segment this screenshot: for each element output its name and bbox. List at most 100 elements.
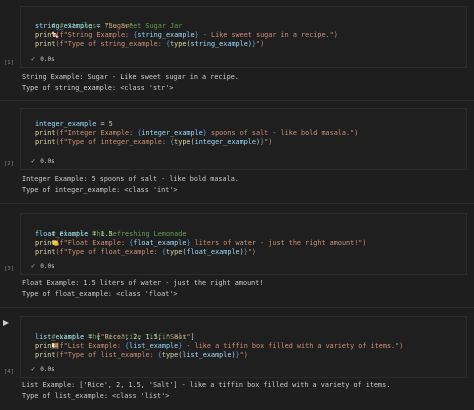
output-line: Float Example: 1.5 liters of water - jus… <box>22 279 264 287</box>
output-line: String Example: Sugar - Like sweet sugar… <box>22 73 239 81</box>
code-line: integer_example = 5 <box>35 120 113 129</box>
code-token: (f"Type of list_example: <box>55 351 158 359</box>
code-token: print <box>35 31 56 39</box>
code-token: (f"Type of string_example: <box>55 40 166 48</box>
execution-time: 0.0s <box>40 158 55 165</box>
code-token: integer_example <box>141 129 203 137</box>
code-token: (f"Integer Example: <box>55 129 138 137</box>
execution-count: [3] <box>4 266 14 272</box>
code-token: "Sugar" <box>104 22 134 30</box>
code-token: liters of water - just the right amount!… <box>190 239 367 247</box>
code-token: float_example <box>35 230 89 238</box>
cell-divider <box>0 307 474 308</box>
code-line: print(f"Type of list_example: {type(list… <box>35 351 248 360</box>
cell-divider <box>0 203 474 204</box>
code-token: = [ <box>84 333 101 341</box>
code-token: float_example <box>186 248 240 256</box>
code-token: string_example <box>137 31 195 39</box>
check-icon: ✓ <box>31 157 36 165</box>
run-cell-icon[interactable] <box>3 320 9 326</box>
output-line: Type of string_example: <class 'str'> <box>22 84 174 92</box>
execution-time: 0.0s <box>40 263 55 270</box>
code-line: float_example = 1.5 <box>35 230 113 239</box>
code-token: 1.5 <box>145 333 158 341</box>
execution-status: ✓ 0.0s <box>31 55 55 63</box>
code-token: print <box>35 351 56 359</box>
code-token: ") <box>239 351 248 359</box>
code-cell-3[interactable]: # Floats: The Refreshing Lemonade 🍋 floa… <box>20 213 467 275</box>
code-line: string_example = "Sugar" <box>35 22 133 31</box>
code-token: integer_example <box>194 138 256 146</box>
execution-count: [4] <box>4 369 14 375</box>
code-token: ] <box>190 333 195 341</box>
output-line: Type of list_example: <class 'list'> <box>22 392 170 400</box>
code-token: = <box>88 230 101 238</box>
code-token: (f"Type of integer_example: <box>55 138 171 146</box>
code-line: print(f"Type of string_example: {type(st… <box>35 40 264 49</box>
code-token: ") <box>247 248 257 256</box>
code-token: , <box>137 333 146 341</box>
code-token: string_example <box>35 22 93 30</box>
code-token: print <box>35 239 56 247</box>
code-token: type <box>170 40 187 48</box>
code-token: , <box>125 333 134 341</box>
code-line: print(f"String Example: {string_example}… <box>35 31 338 40</box>
code-token: print <box>35 40 56 48</box>
cell-output: List Example: ['Rice', 2, 1.5, 'Salt'] -… <box>22 380 390 402</box>
execution-count: [2] <box>4 161 14 167</box>
code-token: , <box>157 333 166 341</box>
code-cell-1[interactable]: # # Strings: The Sweet Sugar Jar 🍬 strin… <box>20 6 467 68</box>
cell-output: Integer Example: 5 spoons of salt - like… <box>22 174 239 196</box>
code-token: print <box>35 129 56 137</box>
code-token: (f"String Example: <box>55 31 134 39</box>
check-icon: ✓ <box>31 262 36 270</box>
code-token: type <box>165 248 183 256</box>
code-token: - Like sweet sugar in a recipe.") <box>198 31 338 39</box>
code-token: integer_example <box>35 120 97 128</box>
execution-status: ✓ 0.0s <box>31 262 55 270</box>
code-cell-4[interactable]: # Lists: The Versatile Tiffin Box 🍱 list… <box>20 316 467 378</box>
code-token: type <box>161 351 179 359</box>
code-token: (f"Float Example: <box>55 239 130 247</box>
code-token: float_example <box>133 239 187 247</box>
code-token: print <box>35 248 56 256</box>
code-token: - like a tiffin box filled with a variet… <box>182 342 404 350</box>
code-token: print <box>35 342 56 350</box>
output-line: Type of float_example: <class 'float'> <box>22 290 178 298</box>
code-token: = <box>92 22 105 30</box>
code-line: print(f"Float Example: {float_example} l… <box>35 239 367 248</box>
code-token: string_example <box>190 40 248 48</box>
code-token: (f"Type of float_example: <box>55 248 162 256</box>
cell-output: String Example: Sugar - Like sweet sugar… <box>22 72 239 94</box>
code-token: list_example <box>35 333 85 341</box>
code-token: "Salt" <box>165 333 191 341</box>
code-line: print(f"Type of integer_example: {type(i… <box>35 138 272 147</box>
output-line: Integer Example: 5 spoons of salt - like… <box>22 175 239 183</box>
execution-time: 0.0s <box>40 366 55 373</box>
output-line: Type of integer_example: <class 'int'> <box>22 186 178 194</box>
code-token: ") <box>256 40 265 48</box>
code-token: list_example <box>182 351 232 359</box>
code-token: (f"List Example: <box>55 342 126 350</box>
code-token: 1.5 <box>100 230 113 238</box>
execution-count: [1] <box>4 60 14 66</box>
execution-status: ✓ 0.0s <box>31 365 55 373</box>
code-token: spoons of salt - like bold masala.") <box>206 129 359 137</box>
cell-divider <box>0 100 474 101</box>
code-line: list_example = ["Rice", 2, 1.5, "Salt"] <box>35 333 195 342</box>
code-cell-2[interactable]: integer_example = 5 print(f"Integer Exam… <box>20 108 467 170</box>
code-token: = <box>96 120 109 128</box>
code-line: print(f"List Example: {list_example} - l… <box>35 342 403 351</box>
check-icon: ✓ <box>31 55 36 63</box>
code-line: print(f"Type of float_example: {type(flo… <box>35 248 256 257</box>
code-token: list_example <box>129 342 179 350</box>
execution-status: ✓ 0.0s <box>31 157 55 165</box>
code-token: ") <box>264 138 273 146</box>
code-line: print(f"Integer Example: {integer_exampl… <box>35 129 358 138</box>
code-token: 5 <box>108 120 113 128</box>
output-line: List Example: ['Rice', 2, 1.5, 'Salt'] -… <box>22 381 391 389</box>
check-icon: ✓ <box>31 365 36 373</box>
code-token: print <box>35 138 56 146</box>
code-token: "Rice" <box>100 333 126 341</box>
code-token: type <box>174 138 191 146</box>
